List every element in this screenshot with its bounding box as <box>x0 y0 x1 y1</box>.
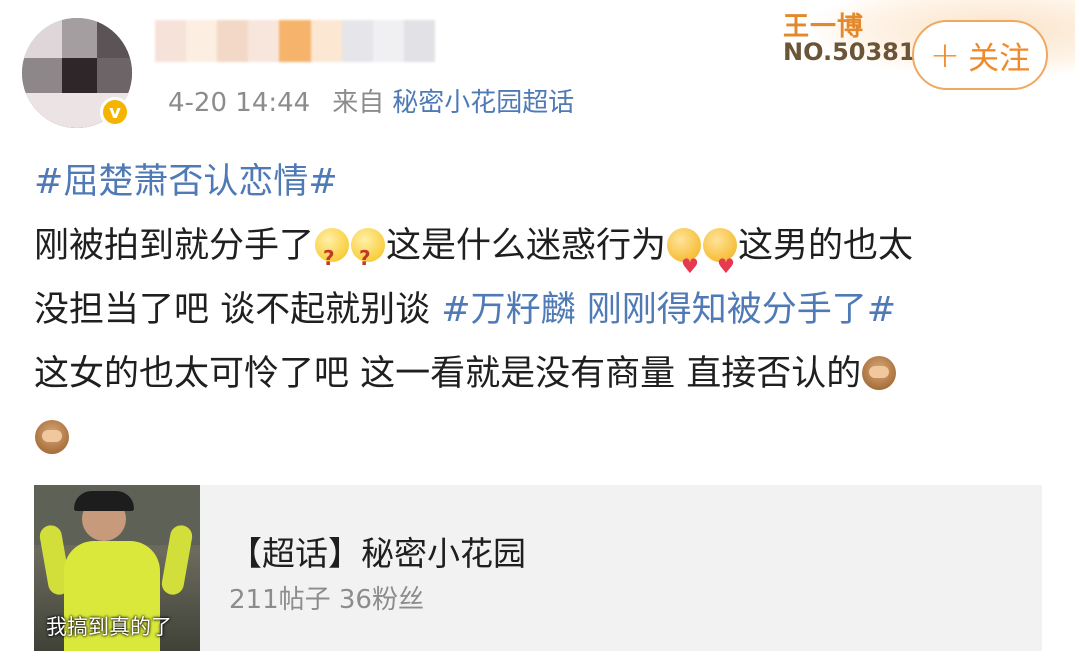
hashtag-link[interactable]: #万籽麟 刚刚得知被分手了# <box>441 290 896 330</box>
plus-icon: + <box>929 34 961 76</box>
post-text-segment: 这女的也太可怜了吧 这一看就是没有商量 直接否认的 <box>34 354 862 394</box>
post-line-1: #屈楚萧否认恋情# <box>34 150 1044 214</box>
supertopic-thumbnail: 我搞到真的了 <box>34 485 200 651</box>
supertopic-card[interactable]: 我搞到真的了 【超话】秘密小花园 211帖子 36粉丝 <box>34 485 1042 651</box>
supertopic-stats: 211帖子 36粉丝 <box>229 585 424 615</box>
verified-badge-icon: v <box>100 97 130 127</box>
post-line-2: 刚被拍到就分手了 这是什么迷惑行为 这男的也太 <box>34 214 1044 298</box>
post-meta: 4-20 14:44 来自 秘密小花园超话 <box>168 82 574 119</box>
verified-mark: v <box>109 101 121 123</box>
question-face-icon <box>315 226 350 290</box>
from-label: 来自 <box>332 88 385 118</box>
follow-button[interactable]: + 关注 <box>912 20 1048 90</box>
post-text-segment: 这男的也太 <box>738 226 914 266</box>
post-line-3: 没担当了吧 谈不起就别谈 #万籽麟 刚刚得知被分手了# <box>34 278 1044 342</box>
post-text-segment: 刚被拍到就分手了 <box>34 226 315 266</box>
username-redacted[interactable] <box>155 20 435 62</box>
post-text-segment: 没担当了吧 谈不起就别谈 <box>34 290 442 330</box>
post-timestamp: 4-20 14:44 <box>168 88 311 118</box>
post-line-4: 这女的也太可怜了吧 这一看就是没有商量 直接否认的 <box>34 342 1044 406</box>
follow-label: 关注 <box>968 40 1031 77</box>
post-line-5 <box>34 406 1044 470</box>
see-no-evil-monkey-icon <box>35 420 69 454</box>
love-face-icon <box>667 228 702 298</box>
love-face-icon <box>703 228 738 298</box>
post-text-segment: 这是什么迷惑行为 <box>386 226 667 266</box>
hashtag-link[interactable]: #屈楚萧否认恋情# <box>34 162 338 202</box>
fan-badge-number: NO.503814 <box>783 38 933 66</box>
see-no-evil-monkey-icon <box>862 356 897 390</box>
post-body: #屈楚萧否认恋情# 刚被拍到就分手了 这是什么迷惑行为 这男的也太 没担当了吧 谈不… <box>34 150 1044 470</box>
question-face-icon <box>351 226 386 290</box>
supertopic-title: 【超话】秘密小花园 <box>229 534 526 573</box>
thumbnail-caption: 我搞到真的了 <box>46 615 172 639</box>
post-source-link[interactable]: 秘密小花园超话 <box>392 88 574 118</box>
